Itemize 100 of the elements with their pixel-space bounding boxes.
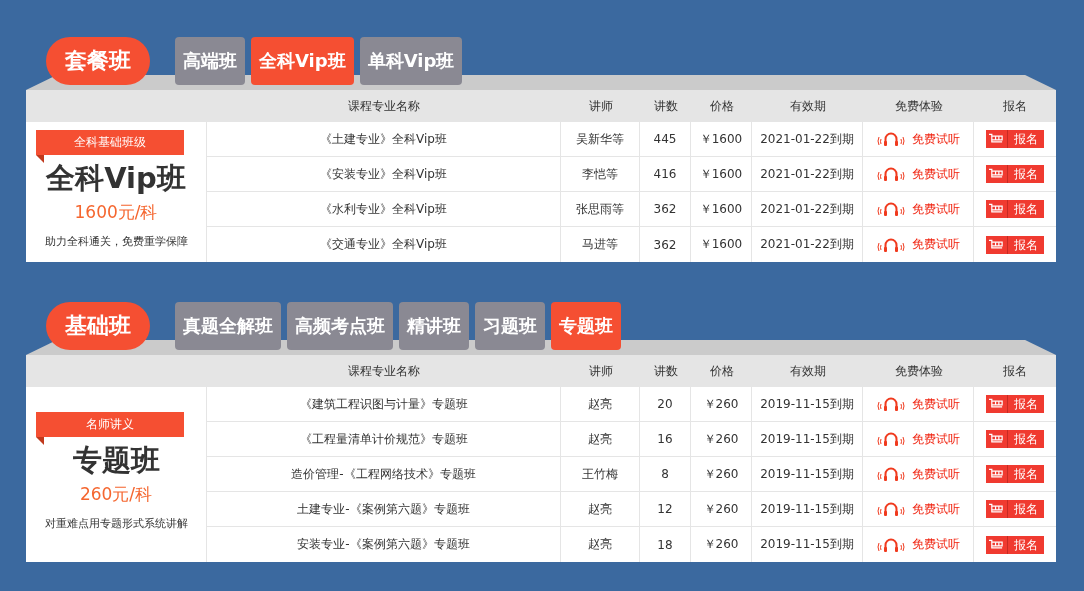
tab[interactable]: 高频考点班	[287, 302, 393, 350]
teacher-name: 赵亮	[588, 430, 612, 448]
signup-button[interactable]: 报名	[986, 200, 1044, 218]
cart-icon	[989, 433, 1004, 445]
cart-icon	[989, 398, 1004, 410]
cart-icon	[989, 203, 1004, 215]
promo-title: 专题班	[72, 442, 160, 479]
cart-icon	[989, 468, 1004, 480]
headphones-icon	[876, 397, 906, 411]
price: ￥1600	[699, 236, 743, 253]
cart-icon	[989, 503, 1004, 515]
column-header: 报名	[1002, 362, 1028, 380]
price: ￥260	[703, 465, 739, 483]
course-name: 《工程量清单计价规范》专题班	[299, 430, 468, 448]
column-header: 讲师	[587, 362, 614, 380]
signup-button[interactable]: 报名	[986, 465, 1044, 483]
cart-icon	[989, 133, 1004, 145]
free-trial-link[interactable]: 免费试听	[876, 165, 960, 183]
tab[interactable]: 高端班	[175, 37, 245, 85]
lesson-count: 12	[657, 502, 673, 516]
signup-button[interactable]: 报名	[986, 395, 1044, 413]
headphones-icon	[876, 537, 906, 552]
expiry-date: 2019-11-15到期	[760, 430, 854, 448]
headphones-icon	[876, 202, 906, 216]
column-header: 有效期	[788, 362, 827, 380]
free-trial-link[interactable]: 免费试听	[876, 395, 960, 413]
teacher-name: 吴新华等	[576, 130, 624, 148]
column-header: 课程专业名称	[347, 97, 421, 115]
expiry-date: 2019-11-15到期	[760, 536, 854, 553]
expiry-date: 2019-11-15到期	[760, 395, 854, 413]
headphones-icon	[876, 237, 906, 252]
cart-icon	[989, 538, 1004, 551]
lesson-count: 362	[653, 237, 677, 252]
lesson-count: 445	[653, 132, 677, 146]
free-trial-link[interactable]: 免费试听	[876, 500, 960, 518]
free-trial-link[interactable]: 免费试听	[876, 536, 960, 553]
headphones-icon	[876, 432, 906, 446]
expiry-date: 2021-01-22到期	[760, 130, 854, 148]
tab[interactable]: 真题全解班	[175, 302, 281, 350]
promo-tag: 名师讲义	[36, 412, 184, 437]
lesson-count: 416	[653, 167, 677, 181]
promo-description: 助力全科通关，免费重学保障	[44, 233, 188, 249]
teacher-name: 马进等	[582, 236, 618, 253]
expiry-date: 2021-01-22到期	[760, 236, 854, 253]
headphones-icon	[876, 167, 906, 181]
section-title: 基础班	[46, 302, 150, 350]
column-header: 免费体验	[893, 97, 944, 115]
course-name: 《建筑工程识图与计量》专题班	[299, 395, 468, 413]
lesson-count: 362	[653, 202, 677, 216]
signup-button[interactable]: 报名	[986, 500, 1044, 518]
teacher-name: 李恺等	[582, 165, 618, 183]
tab[interactable]: 专题班	[551, 302, 621, 350]
course-name: 《交通专业》全科Vip班	[320, 236, 447, 253]
section-title: 套餐班	[46, 37, 150, 85]
tab[interactable]: 全科Vip班	[251, 37, 354, 85]
column-header: 讲师	[587, 97, 614, 115]
lesson-count: 20	[657, 397, 673, 411]
tab[interactable]: 单科Vip班	[359, 37, 463, 85]
signup-button[interactable]: 报名	[986, 165, 1044, 183]
cart-icon	[989, 238, 1004, 251]
free-trial-link[interactable]: 免费试听	[876, 130, 960, 148]
expiry-date: 2019-11-15到期	[760, 500, 854, 518]
lesson-count: 8	[661, 467, 669, 481]
headphones-icon	[876, 502, 906, 516]
expiry-date: 2019-11-15到期	[760, 465, 854, 483]
course-name: 《水利专业》全科Vip班	[320, 200, 447, 218]
promo-tag: 全科基础班级	[36, 129, 184, 155]
price: ￥260	[703, 395, 739, 413]
headphones-icon	[876, 132, 906, 146]
free-trial-link[interactable]: 免费试听	[876, 236, 960, 253]
signup-button[interactable]: 报名	[986, 430, 1044, 448]
cart-icon	[989, 168, 1004, 180]
price: ￥1600	[699, 200, 743, 218]
free-trial-link[interactable]: 免费试听	[876, 430, 960, 448]
column-header: 课程专业名称	[347, 362, 421, 380]
column-header: 价格	[708, 97, 735, 115]
tab[interactable]: 精讲班	[399, 302, 469, 350]
column-header: 免费体验	[893, 362, 944, 380]
price: ￥1600	[699, 130, 743, 148]
signup-button[interactable]: 报名	[986, 235, 1044, 254]
promo-price: 260元/科	[79, 483, 153, 506]
signup-button[interactable]: 报名	[986, 130, 1044, 148]
tab[interactable]: 习题班	[475, 302, 545, 350]
free-trial-link[interactable]: 免费试听	[876, 465, 960, 483]
teacher-name: 赵亮	[588, 500, 612, 518]
promo-title: 全科Vip班	[46, 159, 186, 197]
column-header: 讲数	[652, 97, 679, 115]
teacher-name: 赵亮	[588, 536, 612, 553]
column-header: 价格	[708, 362, 735, 380]
signup-button[interactable]: 报名	[986, 535, 1044, 554]
teacher-name: 张思雨等	[576, 200, 624, 218]
column-header: 报名	[1002, 97, 1028, 115]
expiry-date: 2021-01-22到期	[760, 200, 854, 218]
price: ￥260	[703, 536, 739, 553]
price: ￥260	[703, 500, 739, 518]
column-header: 讲数	[652, 362, 679, 380]
headphones-icon	[876, 467, 906, 481]
teacher-name: 王竹梅	[582, 465, 618, 483]
promo-price: 1600元/科	[74, 200, 158, 224]
free-trial-link[interactable]: 免费试听	[876, 200, 960, 218]
